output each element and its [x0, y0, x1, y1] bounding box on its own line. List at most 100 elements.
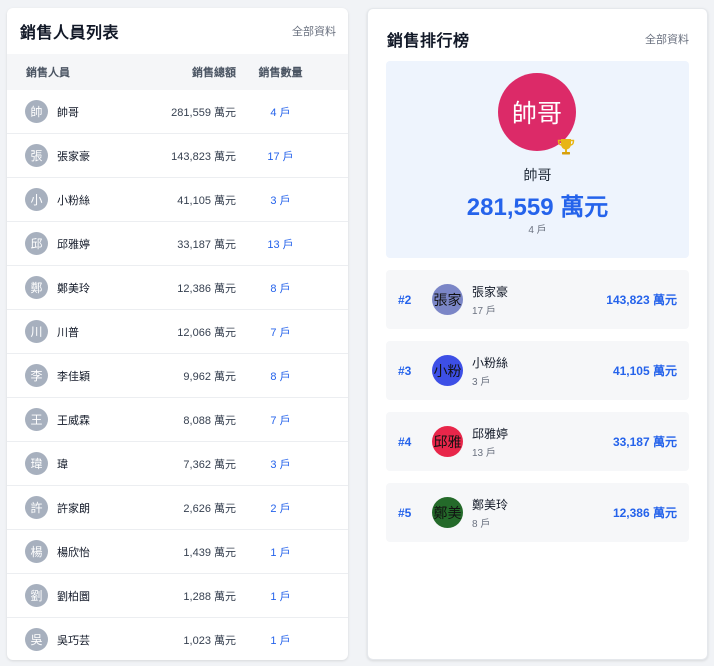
salesperson-cell: 張張家豪 [7, 144, 144, 167]
sales-amount: 1,439 萬元 [183, 546, 236, 559]
salesperson-name: 楊欣怡 [57, 546, 90, 559]
sales-count-link[interactable]: 7 戶 [236, 324, 325, 340]
sales-amount: 12,066 萬元 [177, 326, 236, 339]
salesperson-name: 李佳穎 [57, 370, 90, 383]
sales-amount: 41,105 萬元 [177, 194, 236, 207]
top-seller-panel[interactable]: 帥哥 帥哥 281,559 萬元 4 戶 [386, 61, 689, 258]
avatar: 劉 [25, 584, 48, 607]
avatar: 帥 [25, 100, 48, 123]
top-seller-name: 帥哥 [523, 167, 552, 183]
salesperson-cell: 吳吳巧芸 [7, 628, 144, 651]
salesperson-cell: 李李佳穎 [7, 364, 144, 387]
ranking-item[interactable]: #5 鄭美 鄭美玲 8 戶 12,386 萬元 [386, 483, 689, 542]
table-row[interactable]: 川川普 12,066 萬元 7 戶 [7, 310, 348, 354]
sales-amount: 8,088 萬元 [183, 414, 236, 427]
sales-count-link[interactable]: 2 戶 [236, 500, 325, 516]
table-row[interactable]: 楊楊欣怡 1,439 萬元 1 戶 [7, 530, 348, 574]
sales-count-link[interactable]: 13 戶 [236, 236, 325, 252]
avatar: 川 [25, 320, 48, 343]
sales-ranking-title: 銷售排行榜 [387, 33, 470, 50]
ranking-name: 邱雅婷 [472, 426, 509, 441]
ranking-item[interactable]: #4 邱雅 邱雅婷 13 戶 33,187 萬元 [386, 412, 689, 471]
table-row[interactable]: 許許家朗 2,626 萬元 2 戶 [7, 486, 348, 530]
sales-count-link[interactable]: 3 戶 [236, 192, 325, 208]
table-row[interactable]: 吳吳巧芸 1,023 萬元 1 戶 [7, 618, 348, 660]
avatar: 小 [25, 188, 48, 211]
rank-number: #5 [398, 505, 412, 520]
sales-amount: 33,187 萬元 [177, 238, 236, 251]
rank-number: #4 [398, 434, 412, 449]
sales-count-link[interactable]: 1 戶 [236, 588, 325, 604]
salesperson-cell: 邱邱雅婷 [7, 232, 144, 255]
sales-amount: 12,386 萬元 [177, 282, 236, 295]
sales-count-link[interactable]: 3 戶 [236, 456, 325, 472]
sales-amount: 9,962 萬元 [183, 370, 236, 383]
column-header-count[interactable]: 銷售數量 [236, 64, 325, 80]
table-row[interactable]: 瑋瑋 7,362 萬元 3 戶 [7, 442, 348, 486]
sales-staff-header: 銷售人員列表 全部資料 [7, 8, 348, 54]
ranking-item[interactable]: #3 小粉 小粉絲 3 戶 41,105 萬元 [386, 341, 689, 400]
avatar: 許 [25, 496, 48, 519]
column-header-name[interactable]: 銷售人員 [7, 64, 144, 80]
avatar: 張 [25, 144, 48, 167]
ranking-amount: 41,105 萬元 [612, 364, 677, 378]
sales-count-link[interactable]: 7 戶 [236, 412, 325, 428]
avatar: 張家 [432, 284, 463, 315]
avatar: 李 [25, 364, 48, 387]
salesperson-name: 張家豪 [57, 150, 90, 163]
sales-count-link[interactable]: 1 戶 [236, 544, 325, 560]
ranking-count: 3 戶 [472, 376, 491, 388]
table-row[interactable]: 小小粉絲 41,105 萬元 3 戶 [7, 178, 348, 222]
table-row[interactable]: 劉劉柏圜 1,288 萬元 1 戶 [7, 574, 348, 618]
sales-amount: 2,626 萬元 [183, 502, 236, 515]
sales-ranking-card: 銷售排行榜 全部資料 帥哥 帥哥 281,559 萬元 4 戶 #2 張家 張家豪 1… [367, 8, 708, 660]
sales-ranking-all-data-link[interactable]: 全部資料 [645, 31, 689, 47]
ranking-amount: 12,386 萬元 [612, 506, 677, 520]
ranking-count: 13 戶 [472, 447, 496, 459]
ranking-name: 鄭美玲 [472, 497, 509, 512]
salesperson-name: 川普 [57, 326, 79, 339]
ranking-name: 小粉絲 [472, 355, 509, 370]
ranking-item[interactable]: #2 張家 張家豪 17 戶 143,823 萬元 [386, 270, 689, 329]
sales-count-link[interactable]: 1 戶 [236, 632, 325, 648]
salesperson-name: 王威霖 [57, 414, 90, 427]
salesperson-name: 邱雅婷 [57, 238, 90, 251]
sales-staff-all-data-link[interactable]: 全部資料 [292, 23, 336, 39]
ranking-info: 邱雅婷 13 戶 [472, 425, 613, 459]
salesperson-cell: 鄭鄭美玲 [7, 276, 144, 299]
salesperson-cell: 劉劉柏圜 [7, 584, 144, 607]
ranking-count: 17 戶 [472, 305, 496, 317]
ranking-info: 鄭美玲 8 戶 [472, 496, 613, 530]
top-seller-count: 4 戶 [528, 225, 547, 236]
salesperson-name: 劉柏圜 [57, 590, 90, 603]
sales-count-link[interactable]: 8 戶 [236, 280, 325, 296]
table-row[interactable]: 張張家豪 143,823 萬元 17 戶 [7, 134, 348, 178]
table-row[interactable]: 王王威霖 8,088 萬元 7 戶 [7, 398, 348, 442]
avatar: 小粉 [432, 355, 463, 386]
sales-count-link[interactable]: 17 戶 [236, 148, 325, 164]
avatar: 王 [25, 408, 48, 431]
column-header-amount[interactable]: 銷售總額 [144, 64, 236, 80]
sales-ranking-header: 銷售排行榜 全部資料 [368, 9, 707, 69]
salesperson-cell: 楊楊欣怡 [7, 540, 144, 563]
salesperson-name: 吳巧芸 [57, 634, 90, 647]
table-row[interactable]: 帥帥哥 281,559 萬元 4 戶 [7, 90, 348, 134]
table-row[interactable]: 邱邱雅婷 33,187 萬元 13 戶 [7, 222, 348, 266]
table-row[interactable]: 鄭鄭美玲 12,386 萬元 8 戶 [7, 266, 348, 310]
ranking-count: 8 戶 [472, 518, 491, 530]
avatar: 邱雅 [432, 426, 463, 457]
salesperson-name: 小粉絲 [57, 194, 90, 207]
table-row[interactable]: 李李佳穎 9,962 萬元 8 戶 [7, 354, 348, 398]
sales-staff-card: 銷售人員列表 全部資料 銷售人員 銷售總額 銷售數量 帥帥哥 281,559 萬元… [7, 8, 348, 660]
ranking-info: 小粉絲 3 戶 [472, 354, 613, 388]
top-seller-amount: 281,559 萬元 [466, 194, 609, 221]
salesperson-name: 帥哥 [57, 106, 79, 119]
sales-staff-title: 銷售人員列表 [20, 25, 120, 42]
salesperson-cell: 瑋瑋 [7, 452, 144, 475]
salesperson-cell: 王王威霖 [7, 408, 144, 431]
trophy-icon [557, 139, 575, 155]
salesperson-cell: 川川普 [7, 320, 144, 343]
sales-count-link[interactable]: 4 戶 [236, 104, 325, 120]
sales-count-link[interactable]: 8 戶 [236, 368, 325, 384]
ranking-amount: 33,187 萬元 [612, 435, 677, 449]
